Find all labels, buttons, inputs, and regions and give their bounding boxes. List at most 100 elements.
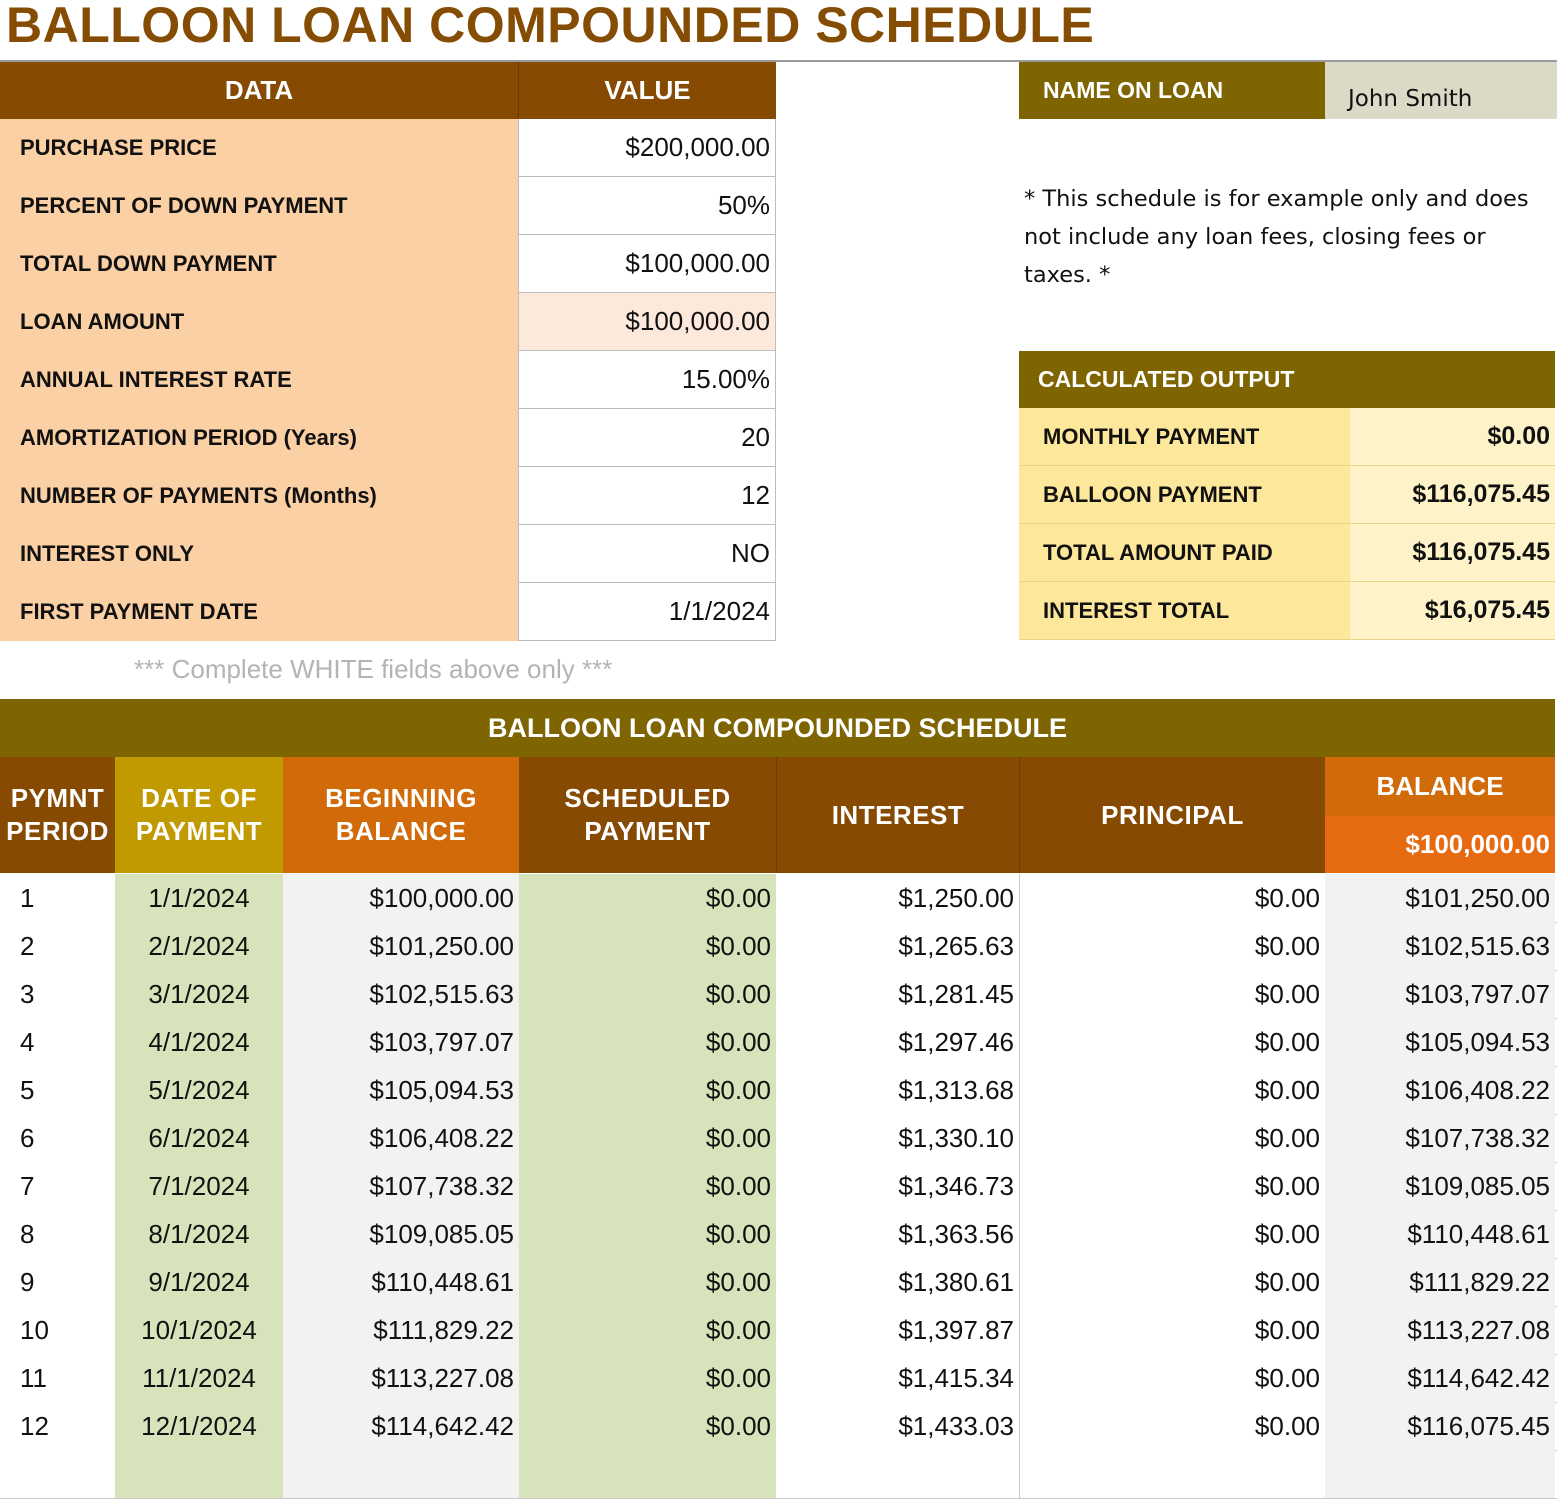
input-value-field[interactable]: NO [518,525,776,583]
table-row: 8 8/1/2024 $109,085.05 $0.00 $1,363.56 $0.00 $… [0,1210,1557,1259]
input-label: TOTAL DOWN PAYMENT [0,235,518,293]
balance-cell: $114,642.42 [1325,1354,1555,1402]
name-on-loan-label: NAME ON LOAN [1019,62,1325,119]
value-column-header: VALUE [518,62,776,119]
date-cell: 11/1/2024 [115,1354,283,1402]
input-label: INTEREST ONLY [0,525,518,583]
balance-column-header: BALANCE [1325,757,1555,816]
scheduled-payment-cell: $0.00 [519,874,776,922]
interest-cell: $1,281.45 [776,970,1019,1018]
table-row: 6 6/1/2024 $106,408.22 $0.00 $1,330.10 $0.00 $… [0,1114,1557,1163]
input-hint: *** Complete WHITE fields above only *** [134,654,613,684]
empty-cell [283,1450,519,1498]
beginning-balance-cell: $114,642.42 [283,1402,519,1450]
principal-cell: $0.00 [1019,1258,1325,1306]
interest-cell: $1,363.56 [776,1210,1019,1258]
interest-cell: $1,380.61 [776,1258,1019,1306]
principal-cell: $0.00 [1019,922,1325,970]
input-value-field[interactable]: 50% [518,177,776,235]
period-column-header: PYMNT PERIOD [0,757,115,873]
input-label: AMORTIZATION PERIOD (Years) [0,409,518,467]
input-value-field[interactable]: 20 [518,409,776,467]
input-value-field[interactable]: 1/1/2024 [518,583,776,641]
table-row: 2 2/1/2024 $101,250.00 $0.00 $1,265.63 $0.00 $… [0,922,1557,971]
scheduled-payment-cell: $0.00 [519,970,776,1018]
calculated-output-header: CALCULATED OUTPUT [1019,351,1555,408]
balance-cell: $103,797.07 [1325,970,1555,1018]
output-value: $116,075.45 [1350,524,1555,582]
principal-cell: $0.00 [1019,970,1325,1018]
table-row: 5 5/1/2024 $105,094.53 $0.00 $1,313.68 $0.00 $… [0,1066,1557,1115]
table-row: 10 10/1/2024 $111,829.22 $0.00 $1,397.87 $0.0… [0,1306,1557,1355]
principal-cell: $0.00 [1019,1354,1325,1402]
scheduled-payment-cell: $0.00 [519,1306,776,1354]
beginning-balance-cell: $105,094.53 [283,1066,519,1114]
input-value-field[interactable]: $200,000.00 [518,119,776,177]
beginning-balance-cell: $113,227.08 [283,1354,519,1402]
output-label: BALLOON PAYMENT [1019,466,1350,524]
interest-cell: $1,433.03 [776,1402,1019,1450]
scheduled-payment-cell: $0.00 [519,1114,776,1162]
table-row: 4 4/1/2024 $103,797.07 $0.00 $1,297.46 $0.00 $… [0,1018,1557,1067]
table-row: 11 11/1/2024 $113,227.08 $0.00 $1,415.34 $0.0… [0,1354,1557,1403]
table-row [0,1450,1557,1499]
scheduled-payment-cell: $0.00 [519,1354,776,1402]
interest-cell: $1,313.68 [776,1066,1019,1114]
period-cell: 6 [0,1114,115,1162]
input-value-field[interactable]: $100,000.00 [518,235,776,293]
date-cell: 2/1/2024 [115,922,283,970]
input-value-field: $100,000.00 [518,293,776,351]
balance-cell: $111,829.22 [1325,1258,1555,1306]
beginning-balance-cell: $110,448.61 [283,1258,519,1306]
balance-cell: $102,515.63 [1325,922,1555,970]
scheduled-payment-cell: $0.00 [519,922,776,970]
beginning-balance-cell: $107,738.32 [283,1162,519,1210]
interest-cell: $1,397.87 [776,1306,1019,1354]
date-cell: 8/1/2024 [115,1210,283,1258]
input-value-field[interactable]: 15.00% [518,351,776,409]
interest-cell: $1,250.00 [776,874,1019,922]
beginning-balance-cell: $106,408.22 [283,1114,519,1162]
input-label: PURCHASE PRICE [0,119,518,177]
name-on-loan-field[interactable]: John Smith [1325,62,1557,119]
period-cell: 2 [0,922,115,970]
balance-cell: $107,738.32 [1325,1114,1555,1162]
output-value: $0.00 [1350,408,1555,466]
principal-cell: $0.00 [1019,1402,1325,1450]
balance-cell: $113,227.08 [1325,1306,1555,1354]
scheduled-payment-cell: $0.00 [519,1210,776,1258]
beginning-balance-cell: $100,000.00 [283,874,519,922]
beginning-balance-cell: $101,250.00 [283,922,519,970]
date-cell: 5/1/2024 [115,1066,283,1114]
period-cell: 8 [0,1210,115,1258]
period-cell: 10 [0,1306,115,1354]
interest-cell: $1,415.34 [776,1354,1019,1402]
scheduled-payment-cell: $0.00 [519,1258,776,1306]
period-cell: 4 [0,1018,115,1066]
principal-cell: $0.00 [1019,1066,1325,1114]
output-value: $116,075.45 [1350,466,1555,524]
interest-cell: $1,330.10 [776,1114,1019,1162]
balance-cell: $109,085.05 [1325,1162,1555,1210]
output-value: $16,075.45 [1350,582,1555,640]
principal-cell: $0.00 [1019,1018,1325,1066]
date-cell: 4/1/2024 [115,1018,283,1066]
interest-cell: $1,297.46 [776,1018,1019,1066]
period-cell: 11 [0,1354,115,1402]
table-row: 7 7/1/2024 $107,738.32 $0.00 $1,346.73 $0.00 $… [0,1162,1557,1211]
empty-cell [1019,1450,1325,1498]
date-cell: 1/1/2024 [115,874,283,922]
input-label: LOAN AMOUNT [0,293,518,351]
balance-cell: $105,094.53 [1325,1018,1555,1066]
disclaimer-note: * This schedule is for example only and … [1024,186,1529,288]
scheduled-payment-cell: $0.00 [519,1018,776,1066]
period-cell: 3 [0,970,115,1018]
data-column-header: DATA [0,62,518,119]
schedule-title: BALLOON LOAN COMPOUNDED SCHEDULE [0,699,1555,757]
principal-cell: $0.00 [1019,874,1325,922]
beginning-balance-cell: $103,797.07 [283,1018,519,1066]
date-cell: 7/1/2024 [115,1162,283,1210]
principal-cell: $0.00 [1019,1306,1325,1354]
input-value-field[interactable]: 12 [518,467,776,525]
empty-cell [776,1450,1019,1498]
